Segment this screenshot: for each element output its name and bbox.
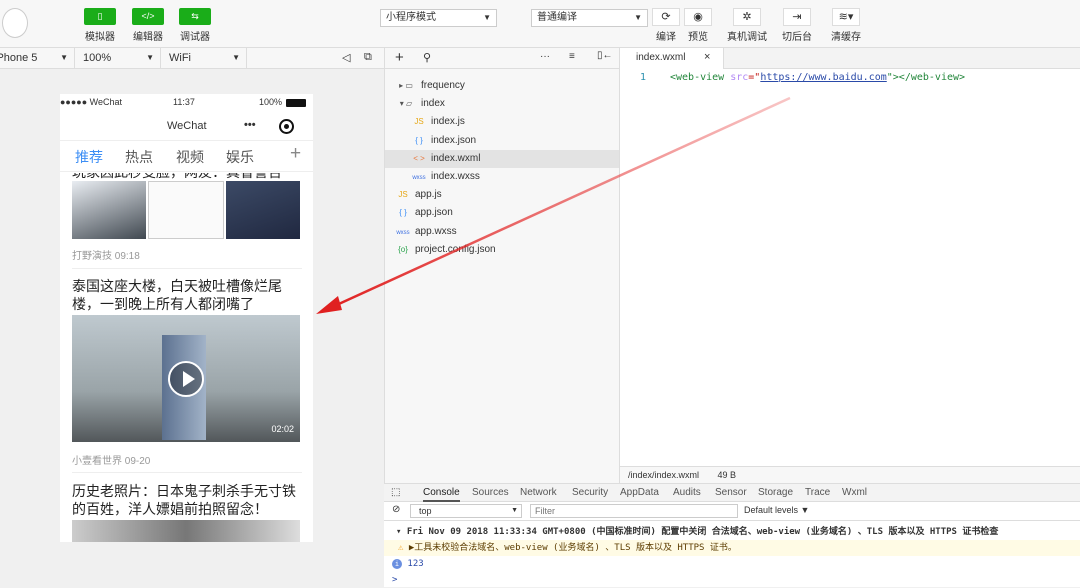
annotation-arrow [316, 96, 791, 314]
